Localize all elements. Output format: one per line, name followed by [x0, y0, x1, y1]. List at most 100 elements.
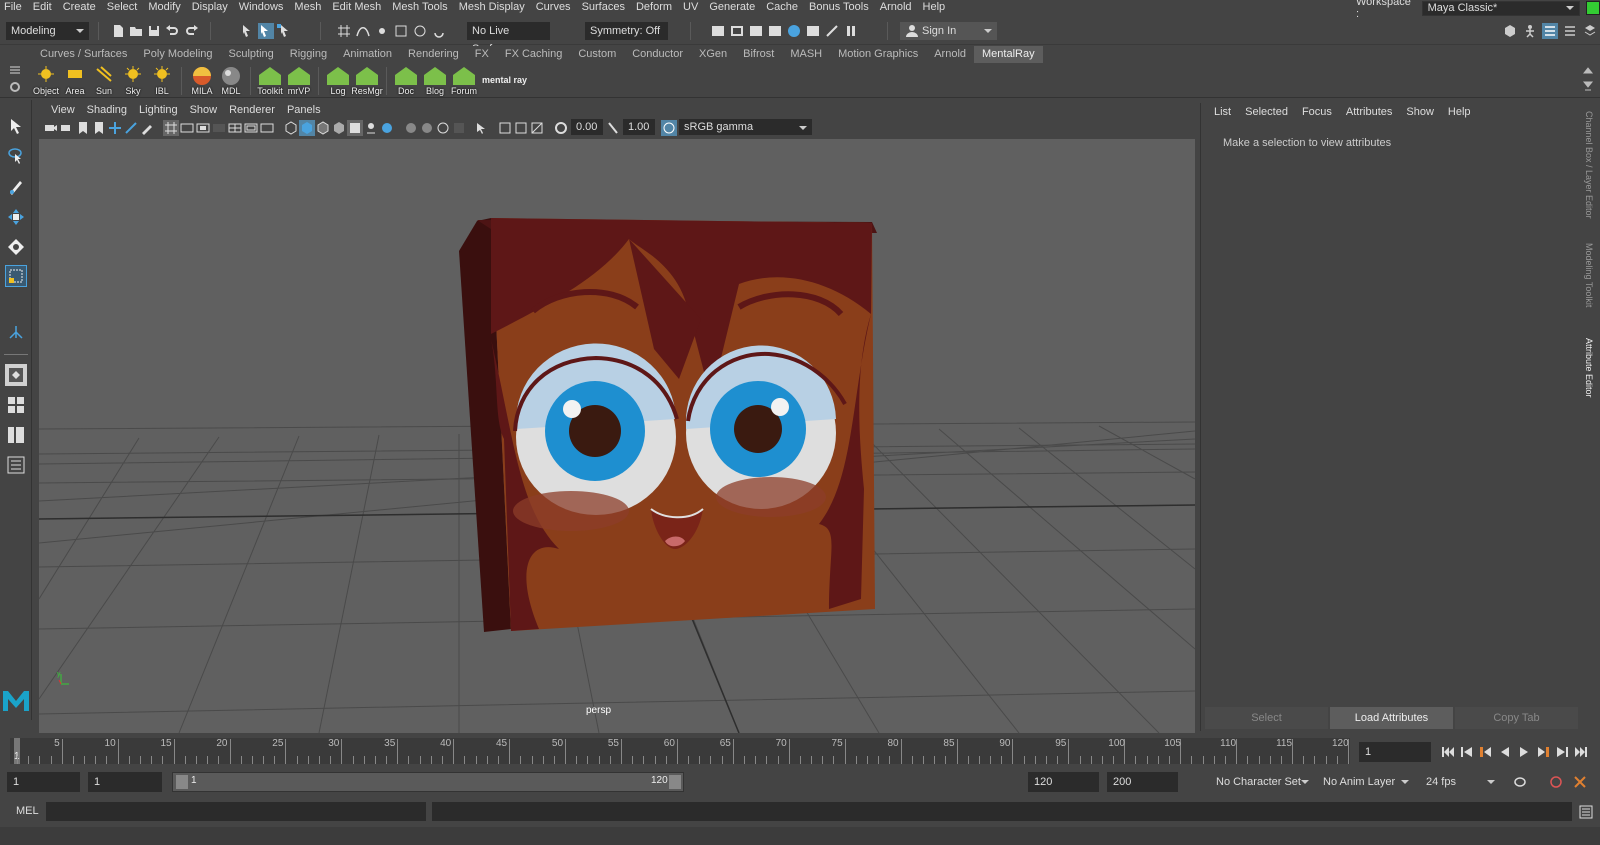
- image-plane-icon[interactable]: [107, 120, 123, 136]
- symmetry-dropdown[interactable]: Symmetry: Off: [585, 22, 668, 40]
- rotate-tool-icon[interactable]: [5, 236, 27, 258]
- bookmarks-icon[interactable]: [75, 120, 91, 136]
- paint-select-tool-icon[interactable]: [5, 176, 27, 198]
- gamma-icon[interactable]: [605, 120, 621, 136]
- menu-windows[interactable]: Windows: [235, 0, 291, 14]
- menu-modify[interactable]: Modify: [144, 0, 187, 14]
- shelf-tab-mentalray[interactable]: MentalRay: [974, 46, 1043, 63]
- bookmark-add-icon[interactable]: [91, 120, 107, 136]
- safe-title-icon[interactable]: [259, 120, 275, 136]
- shelf-sun-light[interactable]: Sun: [90, 65, 118, 96]
- playback-start-field[interactable]: 1: [88, 772, 162, 792]
- menu-uv[interactable]: UV: [679, 0, 705, 14]
- mental-ray-logo[interactable]: mental ray: [482, 75, 527, 85]
- shelf-tab-arnold[interactable]: Arnold: [926, 46, 974, 63]
- tool-settings-icon[interactable]: [1562, 23, 1578, 39]
- menu-cache[interactable]: Cache: [762, 0, 805, 14]
- shelf-tab-xgen[interactable]: XGen: [691, 46, 735, 63]
- shelf-tab-rendering[interactable]: Rendering: [400, 46, 467, 63]
- textured-icon[interactable]: [331, 120, 347, 136]
- scale-tool-icon[interactable]: [5, 265, 27, 287]
- menu-generate[interactable]: Generate: [705, 0, 762, 14]
- viewport-menu-shading[interactable]: Shading: [81, 103, 133, 118]
- undo-icon[interactable]: [164, 23, 180, 39]
- shelf-tab-fx-caching[interactable]: FX Caching: [497, 46, 570, 63]
- snap-menu-icon[interactable]: [431, 23, 447, 39]
- select-button[interactable]: Select: [1205, 707, 1328, 729]
- shelf-log-button[interactable]: Log: [324, 65, 352, 96]
- move-tool-icon[interactable]: [5, 206, 27, 228]
- attribute-menu-show[interactable]: Show: [1399, 103, 1441, 121]
- shelf-tab-custom[interactable]: Custom: [570, 46, 624, 63]
- render-setup-icon[interactable]: [805, 23, 821, 39]
- current-frame-field[interactable]: 1: [1359, 742, 1431, 762]
- menu-edit[interactable]: Edit: [29, 0, 59, 14]
- menu-file[interactable]: File: [0, 0, 29, 14]
- persp-outliner-layout-icon[interactable]: [5, 424, 27, 446]
- attribute-menu-selected[interactable]: Selected: [1238, 103, 1295, 121]
- viewport-menu-renderer[interactable]: Renderer: [223, 103, 281, 118]
- menu-surfaces[interactable]: Surfaces: [578, 0, 632, 14]
- xray-joints-icon[interactable]: [497, 120, 513, 136]
- menu-deform[interactable]: Deform: [632, 0, 679, 14]
- shelf-sky-light[interactable]: Sky: [119, 65, 147, 96]
- render-icon[interactable]: [729, 23, 745, 39]
- shelf-tab-curves-surfaces[interactable]: Curves / Surfaces: [32, 46, 135, 63]
- lock-icon[interactable]: [1586, 1, 1600, 15]
- shelf-mrvp-button[interactable]: mrVP: [285, 65, 313, 96]
- exposure-icon[interactable]: [553, 120, 569, 136]
- animation-start-field[interactable]: 1: [7, 772, 80, 792]
- play-backwards-icon[interactable]: [1497, 744, 1513, 760]
- four-view-layout-icon[interactable]: [5, 394, 27, 416]
- viewport-menu-lighting[interactable]: Lighting: [133, 103, 184, 118]
- menu-help[interactable]: Help: [919, 0, 953, 14]
- animation-preferences-icon[interactable]: [1572, 774, 1588, 790]
- shelf-tab-sculpting[interactable]: Sculpting: [221, 46, 282, 63]
- shelf-settings-icon[interactable]: [8, 81, 22, 93]
- range-start-handle[interactable]: [176, 775, 188, 789]
- render-settings-icon[interactable]: [767, 23, 783, 39]
- exposure-field[interactable]: 0.00: [571, 119, 603, 135]
- attribute-menu-help[interactable]: Help: [1441, 103, 1478, 121]
- menu-mesh-tools[interactable]: Mesh Tools: [388, 0, 454, 14]
- copy-tab-button[interactable]: Copy Tab: [1455, 707, 1578, 729]
- snap-curve-icon[interactable]: [355, 23, 371, 39]
- playback-end-field[interactable]: 120: [1028, 772, 1099, 792]
- channel-box-toggle-icon[interactable]: [1582, 23, 1598, 39]
- shelf-forum-button[interactable]: Forum: [450, 65, 478, 96]
- step-forward-frame-icon[interactable]: [1535, 744, 1551, 760]
- multisample-aa-icon[interactable]: [419, 120, 435, 136]
- color-management-icon[interactable]: [661, 120, 677, 136]
- anim-layer-dropdown[interactable]: No Anim Layer: [1318, 773, 1414, 791]
- use-all-lights-icon[interactable]: [347, 120, 363, 136]
- smooth-shade-icon[interactable]: [299, 120, 315, 136]
- menu-mesh[interactable]: Mesh: [290, 0, 328, 14]
- shelf-mdl-material[interactable]: MDL: [217, 65, 245, 96]
- open-scene-icon[interactable]: [128, 23, 144, 39]
- snap-view-plane-icon[interactable]: [393, 23, 409, 39]
- wireframe-on-shaded-icon[interactable]: [315, 120, 331, 136]
- fps-dropdown[interactable]: 24 fps: [1420, 773, 1500, 791]
- menu-create[interactable]: Create: [59, 0, 103, 14]
- play-forwards-icon[interactable]: [1516, 744, 1532, 760]
- camera-attributes-icon[interactable]: [59, 120, 75, 136]
- film-gate-icon[interactable]: [179, 120, 195, 136]
- loop-playback-icon[interactable]: [1512, 774, 1528, 790]
- safe-action-icon[interactable]: [243, 120, 259, 136]
- shelf-tab-rigging[interactable]: Rigging: [282, 46, 335, 63]
- xray-components-icon[interactable]: [513, 120, 529, 136]
- workspace-dropdown[interactable]: Maya Classic*: [1421, 0, 1581, 16]
- grease-pencil-icon[interactable]: [139, 120, 155, 136]
- menu-edit-mesh[interactable]: Edit Mesh: [328, 0, 388, 14]
- menu-display[interactable]: Display: [188, 0, 235, 14]
- render-frame-icon[interactable]: [710, 23, 726, 39]
- shelf-object-light[interactable]: Object: [32, 65, 60, 96]
- ambient-occlusion-icon[interactable]: [379, 120, 395, 136]
- menu-select[interactable]: Select: [103, 0, 145, 14]
- script-language-label[interactable]: MEL: [16, 805, 39, 817]
- menu-bonus-tools[interactable]: Bonus Tools: [805, 0, 876, 14]
- last-tool-icon[interactable]: [5, 322, 27, 344]
- character-set-dropdown[interactable]: No Character Set: [1186, 773, 1314, 791]
- menu-mesh-display[interactable]: Mesh Display: [455, 0, 532, 14]
- isolate-select-icon[interactable]: [451, 120, 467, 136]
